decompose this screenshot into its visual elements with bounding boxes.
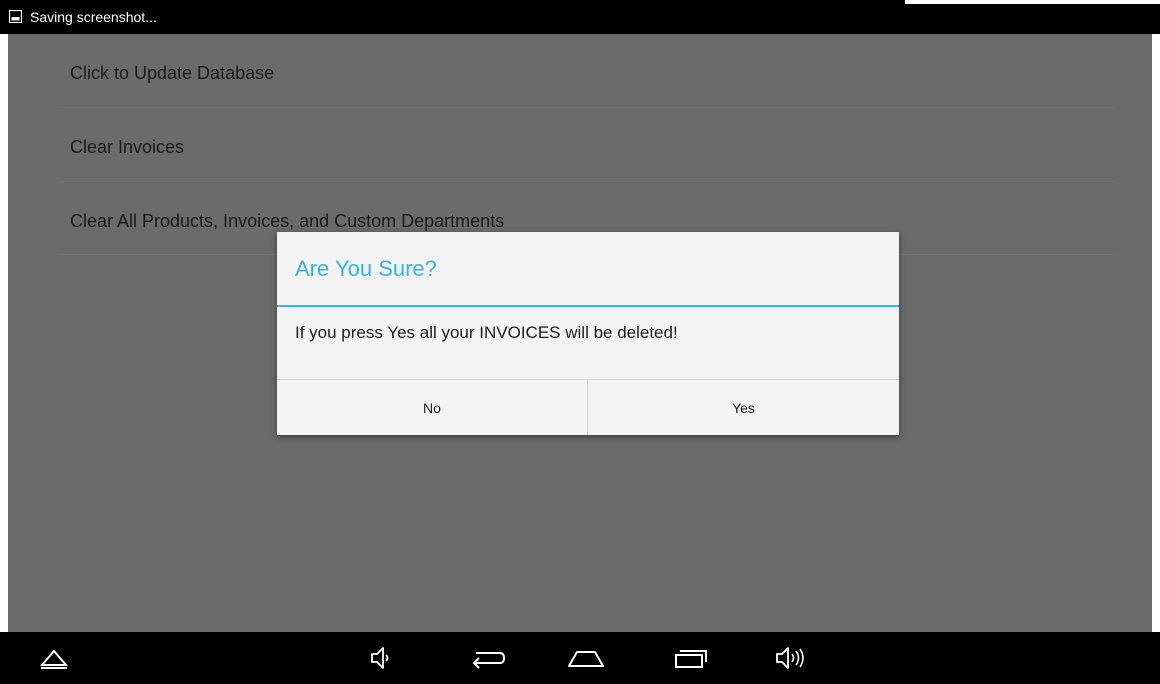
volume-down-icon[interactable] — [360, 644, 400, 672]
menu-item-label: Click to Update Database — [70, 63, 275, 83]
volume-up-icon[interactable] — [772, 644, 812, 672]
dialog-title: Are You Sure? — [295, 256, 437, 281]
menu-item-label: Clear All Products, Invoices, and Custom… — [70, 211, 505, 231]
menu-item-label: Clear Invoices — [70, 137, 185, 157]
menu-item-clear-invoices[interactable]: Clear Invoices — [60, 108, 1115, 181]
recent-apps-icon[interactable] — [670, 644, 710, 672]
dialog-message: If you press Yes all your INVOICES will … — [295, 323, 678, 342]
confirm-dialog: Are You Sure? If you press Yes all your … — [277, 232, 899, 435]
navigation-bar — [0, 632, 1160, 684]
left-edge — [0, 34, 8, 632]
screenshot-icon — [8, 9, 23, 24]
dialog-title-divider — [277, 305, 899, 307]
menu-up-icon[interactable] — [34, 644, 74, 672]
status-bar: Saving screenshot... — [0, 0, 1160, 34]
yes-button[interactable]: Yes — [588, 380, 899, 435]
status-notification-text: Saving screenshot... — [30, 9, 157, 25]
status-bar-corner — [905, 0, 1160, 4]
no-button[interactable]: No — [277, 380, 587, 435]
back-icon[interactable] — [468, 644, 508, 672]
menu-item-update-database[interactable]: Click to Update Database — [60, 34, 1115, 107]
home-icon[interactable] — [566, 644, 606, 672]
right-edge — [1152, 34, 1160, 632]
